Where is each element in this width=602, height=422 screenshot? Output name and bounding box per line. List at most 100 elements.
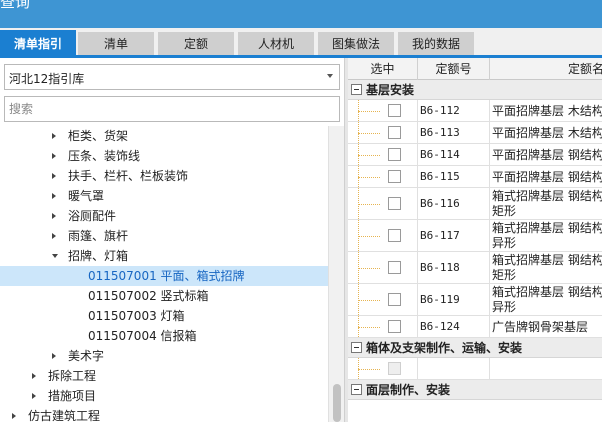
left-panel: 河北12指引库 柜类、货架压条、装饰线扶手、栏杆、栏板装饰暖气罩浴厕配件雨篷、旗… bbox=[0, 58, 344, 422]
quota-name-cell: 平面招牌基层 钢结构 bbox=[490, 144, 602, 165]
collapse-minus-icon[interactable] bbox=[351, 342, 362, 353]
tab-atlas-method[interactable]: 图集做法 bbox=[318, 32, 394, 56]
tree-connector-line bbox=[358, 299, 380, 301]
search-input[interactable] bbox=[4, 96, 340, 122]
table-row[interactable]: B6-113 平面招牌基层 木结构 bbox=[348, 122, 602, 144]
quota-code: B6-118 bbox=[420, 261, 460, 274]
quota-name-line: 平面招牌基层 钢结构 bbox=[492, 170, 602, 184]
tab-bill[interactable]: 清单 bbox=[78, 32, 154, 56]
quota-name-cell: 平面招牌基层 木结构 bbox=[490, 122, 602, 143]
tree-connector-line bbox=[358, 368, 380, 370]
quota-name-cell: 箱式招牌基层 钢结构 异形 bbox=[490, 220, 602, 251]
expand-arrow-right-icon[interactable] bbox=[32, 373, 36, 379]
table-row[interactable]: B6-115 平面招牌基层 钢结构 bbox=[348, 166, 602, 188]
quota-name-line: 异形 bbox=[492, 300, 517, 314]
quota-code: B6-119 bbox=[420, 293, 460, 306]
expand-arrow-right-icon[interactable] bbox=[52, 193, 56, 199]
tree-item[interactable]: 招牌、灯箱 bbox=[0, 246, 328, 266]
row-checkbox bbox=[388, 362, 401, 375]
quota-code-cell: B6-116 bbox=[418, 188, 490, 219]
grid-group-row[interactable]: 箱体及支架制作、运输、安装 bbox=[348, 338, 602, 358]
quota-name-cell: 箱式招牌基层 钢结构 矩形 bbox=[490, 252, 602, 283]
expand-arrow-right-icon[interactable] bbox=[52, 353, 56, 359]
tree-item[interactable]: 011507002 竖式标箱 bbox=[0, 286, 328, 306]
tree-item[interactable]: 柜类、货架 bbox=[0, 126, 328, 146]
table-row[interactable]: B6-114 平面招牌基层 钢结构 bbox=[348, 144, 602, 166]
tree-connector-line bbox=[358, 110, 380, 112]
tree-item[interactable]: 扶手、栏杆、栏板装饰 bbox=[0, 166, 328, 186]
collapse-minus-icon[interactable] bbox=[351, 384, 362, 395]
tree-item-label: 压条、装饰线 bbox=[68, 149, 141, 163]
grid-header: 选中 定额号 定额名称 bbox=[348, 58, 602, 80]
table-row[interactable]: B6-124 广告牌钢骨架基层 bbox=[348, 316, 602, 338]
row-checkbox[interactable] bbox=[388, 293, 401, 306]
tree-item[interactable]: 011507003 灯箱 bbox=[0, 306, 328, 326]
select-cell bbox=[348, 316, 418, 337]
grid-group-row[interactable]: 基层安装 bbox=[348, 80, 602, 100]
tree-item[interactable]: 措施项目 bbox=[0, 386, 328, 406]
expand-arrow-right-icon[interactable] bbox=[12, 413, 16, 419]
quota-code-cell: B6-124 bbox=[418, 316, 490, 337]
expand-arrow-right-icon[interactable] bbox=[52, 213, 56, 219]
tree-item-label: 浴厕配件 bbox=[68, 209, 117, 223]
table-row[interactable]: B6-116 箱式招牌基层 钢结构 矩形 bbox=[348, 188, 602, 220]
tree-item-label: 柜类、货架 bbox=[68, 129, 129, 143]
quota-name-cell: 箱式招牌基层 钢结构 异形 bbox=[490, 284, 602, 315]
expand-arrow-down-icon[interactable] bbox=[52, 254, 58, 258]
tree-item[interactable]: 仿古建筑工程 bbox=[0, 406, 328, 422]
quota-code: B6-113 bbox=[420, 126, 460, 139]
row-checkbox[interactable] bbox=[388, 104, 401, 117]
quota-name-cell: 箱式招牌基层 钢结构 矩形 bbox=[490, 188, 602, 219]
grid-group-label: 箱体及支架制作、运输、安装 bbox=[366, 341, 523, 355]
tab-my-data[interactable]: 我的数据 bbox=[398, 32, 474, 56]
window-title: 查询 bbox=[0, 0, 31, 11]
tree-item[interactable]: 011507001 平面、箱式招牌 bbox=[0, 266, 328, 286]
grid-group-row[interactable]: 面层制作、安装 bbox=[348, 380, 602, 400]
table-row[interactable]: B6-119 箱式招牌基层 钢结构 异形 bbox=[348, 284, 602, 316]
row-checkbox[interactable] bbox=[388, 148, 401, 161]
tree-item[interactable]: 压条、装饰线 bbox=[0, 146, 328, 166]
quota-code-cell: B6-113 bbox=[418, 122, 490, 143]
row-checkbox[interactable] bbox=[388, 126, 401, 139]
select-cell bbox=[348, 166, 418, 187]
expand-arrow-right-icon[interactable] bbox=[52, 233, 56, 239]
quota-name-line: 异形 bbox=[492, 236, 517, 250]
tree-item[interactable]: 美术字 bbox=[0, 346, 328, 366]
column-header-quota-code[interactable]: 定额号 bbox=[418, 58, 490, 80]
tree-connector-line bbox=[358, 154, 380, 156]
row-checkbox[interactable] bbox=[388, 197, 401, 210]
column-header-quota-name[interactable]: 定额名称 bbox=[490, 58, 602, 80]
tab-labor-material-machine[interactable]: 人材机 bbox=[238, 32, 314, 56]
quota-name-line: 箱式招牌基层 钢结构 bbox=[492, 253, 602, 267]
tree-item[interactable]: 浴厕配件 bbox=[0, 206, 328, 226]
tab-quota[interactable]: 定额 bbox=[158, 32, 234, 56]
library-select[interactable]: 河北12指引库 bbox=[4, 64, 340, 90]
tab-list-guide[interactable]: 清单指引 bbox=[0, 30, 76, 58]
tree-item-label: 仿古建筑工程 bbox=[28, 409, 101, 422]
tree-item[interactable]: 暖气罩 bbox=[0, 186, 328, 206]
tree-item[interactable]: 雨篷、旗杆 bbox=[0, 226, 328, 246]
quota-code-cell: B6-115 bbox=[418, 166, 490, 187]
expand-arrow-right-icon[interactable] bbox=[32, 393, 36, 399]
expand-arrow-right-icon[interactable] bbox=[52, 153, 56, 159]
column-header-select[interactable]: 选中 bbox=[348, 58, 418, 80]
row-checkbox[interactable] bbox=[388, 261, 401, 274]
collapse-minus-icon[interactable] bbox=[351, 84, 362, 95]
row-checkbox[interactable] bbox=[388, 170, 401, 183]
tree-item[interactable]: 拆除工程 bbox=[0, 366, 328, 386]
expand-arrow-right-icon[interactable] bbox=[52, 133, 56, 139]
select-cell bbox=[348, 188, 418, 219]
tree-item[interactable]: 011507004 信报箱 bbox=[0, 326, 328, 346]
expand-arrow-right-icon[interactable] bbox=[52, 173, 56, 179]
table-row[interactable]: B6-112 平面招牌基层 木结构 bbox=[348, 100, 602, 122]
tree-scrollbar[interactable] bbox=[328, 126, 344, 422]
table-row[interactable]: B6-118 箱式招牌基层 钢结构 矩形 bbox=[348, 252, 602, 284]
row-checkbox[interactable] bbox=[388, 229, 401, 242]
scrollbar-thumb[interactable] bbox=[333, 384, 341, 422]
tree-item-label: 拆除工程 bbox=[48, 369, 97, 383]
select-cell bbox=[348, 144, 418, 165]
table-row[interactable]: B6-117 箱式招牌基层 钢结构 异形 bbox=[348, 220, 602, 252]
table-row[interactable] bbox=[348, 358, 602, 380]
quota-name-line: 矩形 bbox=[492, 268, 517, 282]
row-checkbox[interactable] bbox=[388, 320, 401, 333]
